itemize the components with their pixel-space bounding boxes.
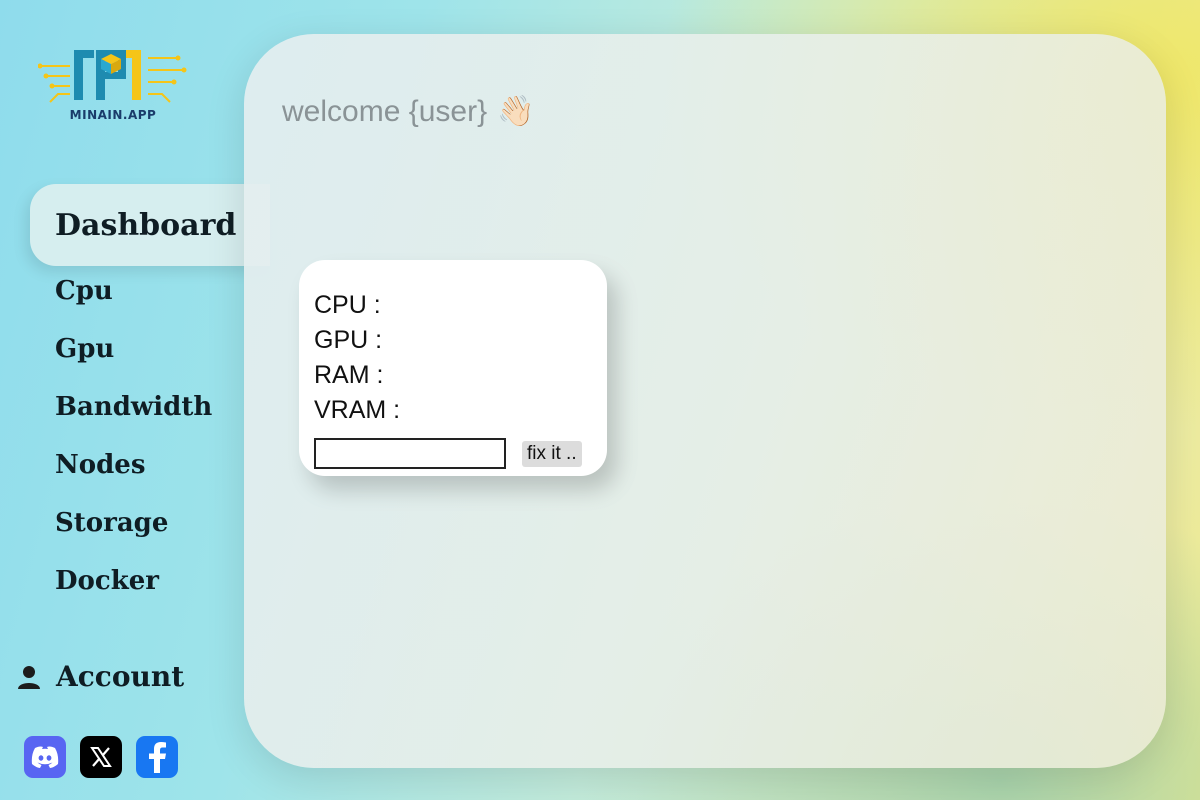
sidebar-item-nodes[interactable]: Nodes — [55, 450, 145, 480]
stat-gpu: GPU : — [314, 326, 383, 354]
sidebar-item-storage[interactable]: Storage — [55, 508, 168, 538]
facebook-button[interactable] — [136, 736, 178, 778]
x-button[interactable] — [80, 736, 122, 778]
sidebar-nav: Dashboard Cpu Gpu Bandwidth Nodes Storag… — [0, 0, 270, 800]
sidebar-item-dashboard[interactable]: Dashboard — [30, 184, 270, 266]
account-label: Account — [56, 660, 185, 693]
main-panel: welcome {user} 👋🏻 CPU : GPU : RAM : VRAM… — [244, 34, 1166, 768]
stat-vram: VRAM : — [314, 396, 401, 424]
sidebar-item-docker[interactable]: Docker — [55, 566, 159, 596]
sidebar-item-gpu[interactable]: Gpu — [55, 334, 114, 364]
fix-input[interactable] — [314, 438, 506, 469]
wave-emoji: 👋🏻 — [497, 95, 535, 128]
account-link[interactable]: Account — [16, 660, 184, 693]
fix-row: fix it .. — [314, 438, 607, 469]
welcome-text: welcome {user} — [282, 94, 488, 128]
sidebar-item-bandwidth[interactable]: Bandwidth — [55, 392, 212, 422]
system-stats-card: CPU : GPU : RAM : VRAM : fix it .. — [299, 260, 607, 476]
fix-it-button[interactable]: fix it .. — [522, 440, 582, 467]
facebook-icon — [149, 742, 166, 773]
x-icon — [90, 747, 112, 767]
user-icon — [18, 665, 40, 689]
welcome-heading: welcome {user} 👋🏻 — [282, 94, 534, 129]
discord-icon — [31, 746, 59, 768]
social-links — [24, 736, 178, 778]
discord-button[interactable] — [24, 736, 66, 778]
stat-ram: RAM : — [314, 361, 384, 389]
sidebar-item-cpu[interactable]: Cpu — [55, 276, 113, 306]
stat-cpu: CPU : — [314, 291, 381, 319]
